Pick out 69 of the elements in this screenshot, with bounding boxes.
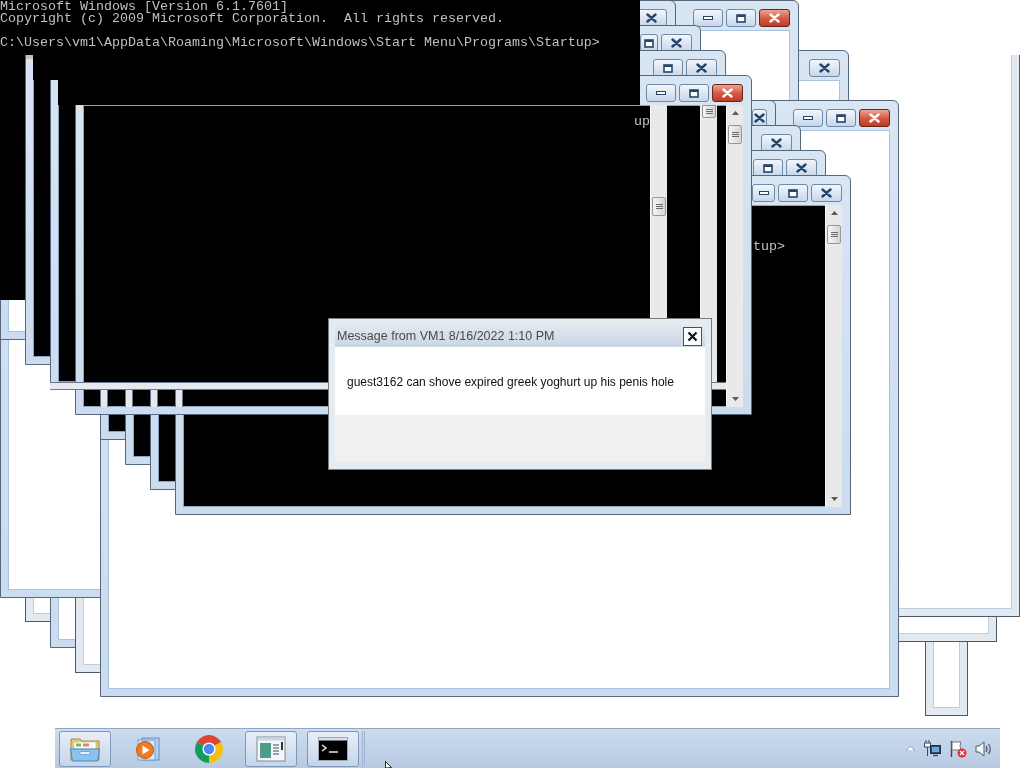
close-button[interactable] xyxy=(683,326,702,346)
monitor-icon[interactable] xyxy=(923,740,941,757)
console-text: tup> xyxy=(753,241,785,253)
down-arrow-icon[interactable] xyxy=(831,497,838,501)
up-arrow-icon[interactable] xyxy=(906,746,915,751)
close-button[interactable] xyxy=(712,84,743,102)
minimize-button[interactable] xyxy=(793,109,823,127)
maximize-icon xyxy=(689,88,699,98)
folder-icon xyxy=(70,735,100,762)
minimize-icon xyxy=(803,116,813,120)
mouse-pointer-icon xyxy=(385,761,392,768)
command-prompt: C:\Users\vm1\AppData\Roaming\Microsoft\Windows\Start Menu\Programs\Startup> xyxy=(0,37,600,49)
down-arrow-icon[interactable] xyxy=(732,397,739,401)
maximize-icon xyxy=(763,163,773,173)
close-icon xyxy=(696,63,707,73)
minimize-icon xyxy=(703,16,713,20)
console-line: Microsoft Windows [Version 6.1.7601] xyxy=(0,1,288,13)
minimize-icon xyxy=(758,191,769,195)
minimize-icon xyxy=(656,91,666,95)
close-icon xyxy=(796,163,807,173)
message-text: guest3162 can shove expired greek yoghurt up his penis hole xyxy=(347,374,674,390)
maximize-button[interactable] xyxy=(778,184,808,202)
close-button[interactable] xyxy=(811,184,842,202)
close-icon xyxy=(771,138,782,148)
maximize-button[interactable] xyxy=(726,9,756,27)
minimize-button[interactable] xyxy=(752,184,775,202)
scroll-thumb[interactable] xyxy=(702,105,716,118)
taskbar-button[interactable] xyxy=(307,730,359,767)
close-icon xyxy=(819,63,830,73)
up-arrow-icon[interactable] xyxy=(831,211,838,215)
close-button[interactable] xyxy=(859,109,890,127)
close-icon xyxy=(722,88,733,98)
close-button[interactable] xyxy=(809,59,840,77)
scroll-thumb[interactable] xyxy=(652,197,666,216)
grip-icon xyxy=(705,109,713,114)
grip-icon xyxy=(830,232,838,237)
close-icon xyxy=(869,113,880,123)
maximize-button[interactable] xyxy=(826,109,856,127)
terminal-icon xyxy=(318,736,348,761)
close-icon xyxy=(821,188,832,198)
minimize-button[interactable] xyxy=(646,84,676,102)
close-icon xyxy=(754,113,765,123)
play-circle-icon xyxy=(133,734,161,763)
maximize-icon xyxy=(836,113,846,123)
dialog-title: Message from VM1 8/16/2022 1:10 PM xyxy=(337,327,555,345)
grip-icon xyxy=(731,132,739,137)
scrollbar[interactable] xyxy=(825,205,842,507)
close-icon xyxy=(769,13,780,23)
speaker-icon[interactable] xyxy=(975,740,993,757)
scroll-thumb[interactable] xyxy=(728,125,742,144)
up-arrow-icon[interactable] xyxy=(732,111,739,115)
maximize-icon xyxy=(663,63,673,73)
close-button[interactable] xyxy=(759,9,790,27)
maximize-icon xyxy=(788,188,798,198)
close-icon xyxy=(687,330,698,342)
circle-logo-icon xyxy=(194,733,224,764)
console-line: Copyright (c) 2009 Microsoft Corporation. All rights reserved. xyxy=(0,13,504,25)
scroll-thumb[interactable] xyxy=(827,225,841,244)
minimize-button[interactable] xyxy=(693,9,723,27)
maximize-icon xyxy=(644,38,654,48)
close-icon xyxy=(671,38,682,48)
maximize-button[interactable] xyxy=(679,84,709,102)
console-text: up xyxy=(634,116,650,128)
close-icon xyxy=(646,13,657,23)
window-icon xyxy=(256,735,286,762)
grip-icon xyxy=(655,204,663,209)
flag-icon[interactable] xyxy=(949,739,967,758)
scrollbar[interactable] xyxy=(726,105,743,407)
maximize-icon xyxy=(736,13,746,23)
